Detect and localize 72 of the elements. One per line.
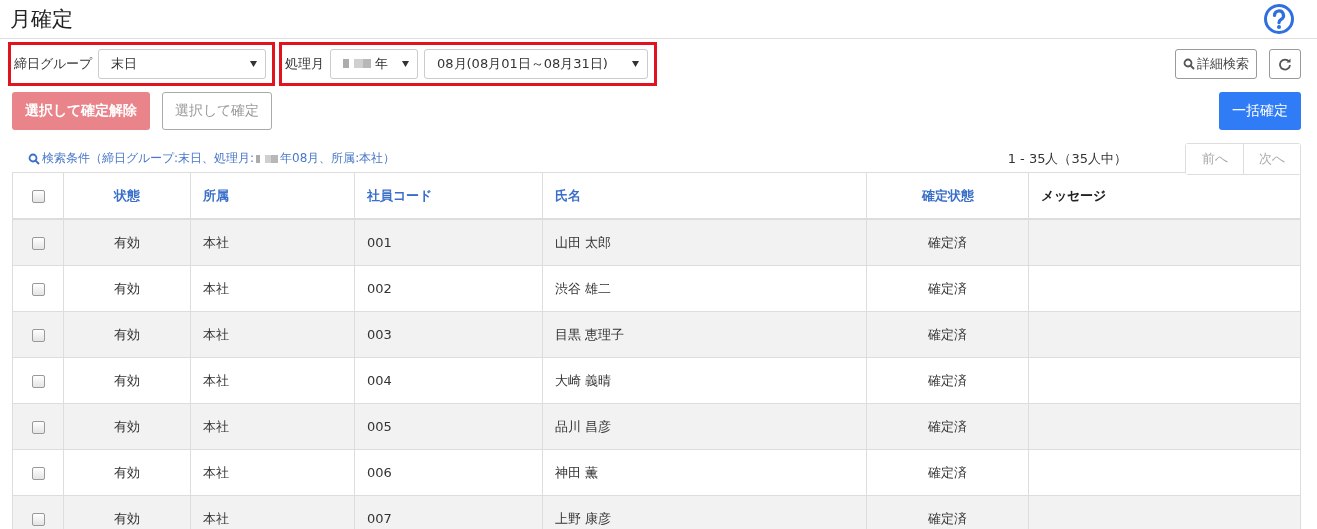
help-icon[interactable] [1263, 3, 1295, 35]
table-cell: 山田 太郎 [555, 234, 612, 250]
table-cell: 002 [367, 281, 392, 296]
table-cell: 001 [367, 235, 392, 250]
table-cell: 本社 [203, 510, 229, 526]
table-cell: 有効 [114, 372, 140, 388]
row-checkbox[interactable] [31, 421, 45, 434]
table-cell: 有効 [114, 280, 140, 296]
table-cell: 本社 [203, 418, 229, 434]
action-button[interactable]: 選択して確定 [162, 92, 272, 130]
table-cell: 006 [367, 465, 392, 480]
action-button[interactable]: 選択して確定解除 [12, 92, 150, 130]
table-cell: 003 [367, 327, 392, 342]
column-header[interactable]: 社員コード [367, 187, 432, 203]
table-cell: 確定済 [928, 464, 967, 480]
refresh-button[interactable] [1269, 48, 1301, 79]
column-header[interactable]: 状態 [114, 187, 140, 203]
table-cell: 確定済 [928, 510, 967, 526]
row-checkbox[interactable] [31, 375, 45, 388]
caret-icon [402, 60, 409, 67]
page-title: 月確定 [10, 6, 73, 33]
table-cell: 007 [367, 511, 392, 526]
row-checkbox[interactable] [31, 283, 45, 296]
prev-page-button[interactable]: 前へ [1186, 143, 1243, 174]
table-cell: 大崎 義晴 [555, 372, 612, 388]
table-cell: 確定済 [928, 418, 967, 434]
table-cell: 品川 昌彦 [555, 418, 612, 434]
table-cell: 有効 [114, 234, 140, 250]
table-cell: 目黒 恵理子 [555, 326, 625, 342]
table-cell: 本社 [203, 372, 229, 388]
column-header[interactable]: 確定状態 [921, 187, 974, 203]
table-cell: 有効 [114, 418, 140, 434]
row-checkbox[interactable] [31, 329, 45, 342]
table-cell: 有効 [114, 326, 140, 342]
table-cell: 004 [367, 373, 392, 388]
search-condition-text: 年08月、所属:本社） [280, 150, 396, 167]
column-header[interactable]: 所属 [203, 187, 229, 203]
search-icon [1183, 57, 1195, 70]
table-cell: 本社 [203, 464, 229, 480]
row-checkbox[interactable] [31, 467, 45, 480]
table-cell: 本社 [203, 280, 229, 296]
row-checkbox[interactable] [31, 237, 45, 250]
year-select[interactable]: 年 [330, 48, 418, 79]
table-cell: 有効 [114, 510, 140, 526]
select-all-checkbox[interactable] [31, 190, 45, 203]
table-cell: 本社 [203, 326, 229, 342]
filter-label: 締日グループ [14, 54, 92, 73]
month-select[interactable]: 08月(08月01日～08月31日) [424, 48, 648, 79]
row-checkbox[interactable] [31, 513, 45, 526]
filter-label: 処理月 [285, 54, 324, 73]
action-button[interactable]: 一括確定 [1219, 92, 1301, 130]
caret-icon [250, 60, 257, 67]
table-cell: 神田 薫 [555, 464, 599, 480]
result-count: 1 - 35人（35人中） [1007, 149, 1127, 168]
table-cell: 上野 康彦 [555, 510, 612, 526]
blurred-text [256, 154, 279, 163]
search-condition-text: 検索条件（締日グループ:末日、処理月: [42, 150, 255, 167]
column-header[interactable]: 氏名 [555, 187, 581, 203]
table-cell: 確定済 [928, 372, 967, 388]
column-header[interactable]: メッセージ [1041, 187, 1106, 203]
search-icon [28, 152, 40, 165]
caret-icon [632, 60, 639, 67]
closing-group-select[interactable]: 末日 [98, 48, 266, 79]
table-cell: 有効 [114, 464, 140, 480]
table-cell: 渋谷 雄二 [555, 280, 612, 296]
table-cell: 本社 [203, 234, 229, 250]
table-cell: 005 [367, 419, 392, 434]
table-cell: 確定済 [928, 326, 967, 342]
table-cell: 確定済 [928, 280, 967, 296]
refresh-icon [1278, 56, 1292, 71]
detail-search-button[interactable]: 詳細検索 [1175, 48, 1257, 79]
table-cell: 確定済 [928, 234, 967, 250]
